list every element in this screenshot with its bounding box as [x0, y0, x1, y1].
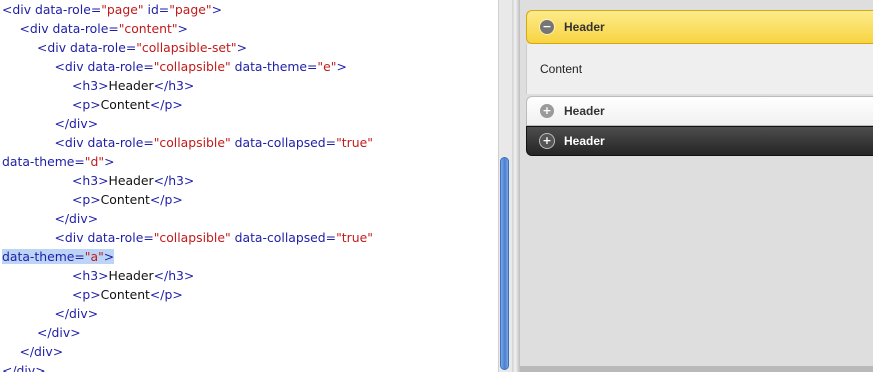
code-token: </p>: [149, 192, 183, 207]
code-token: <div: [2, 2, 35, 17]
pane-divider[interactable]: [512, 0, 520, 372]
code-line[interactable]: <p>Content</p>: [72, 95, 183, 114]
code-line[interactable]: data-theme="d">: [2, 152, 114, 171]
code-token: "content": [118, 21, 178, 36]
code-token: "collapsible": [153, 135, 231, 150]
collapsible-e-header[interactable]: − Header: [526, 10, 873, 44]
code-token: <h3>: [72, 268, 109, 283]
code-token: >: [336, 59, 347, 74]
code-token: Header: [108, 78, 154, 93]
code-line[interactable]: <p>Content</p>: [72, 285, 183, 304]
code-token: "d": [84, 154, 105, 169]
code-token: data-role=: [34, 2, 102, 17]
code-line[interactable]: <div data-role="collapsible" data-theme=…: [55, 57, 347, 76]
code-token: </div>: [2, 363, 46, 372]
preview-pane: − Header Content + Header + Header: [520, 0, 873, 372]
collapsible-d-header[interactable]: + Header: [526, 96, 873, 126]
code-line[interactable]: </div>: [55, 209, 99, 228]
collapsible-e-content: Content: [526, 44, 873, 94]
code-line[interactable]: </div>: [37, 323, 81, 342]
code-token: data-role=: [52, 21, 119, 36]
code-token: </p>: [149, 287, 183, 302]
code-token: <div: [54, 135, 88, 150]
code-token: <div: [19, 21, 53, 36]
code-token: </div>: [19, 344, 64, 359]
code-token: </p>: [149, 97, 183, 112]
collapsible-a-title: Header: [564, 134, 605, 148]
code-token: >: [177, 21, 188, 36]
code-token: "collapsible": [153, 59, 231, 74]
code-line[interactable]: </div>: [20, 342, 64, 361]
code-token: <h3>: [72, 173, 109, 188]
plus-icon: +: [540, 104, 554, 118]
code-token: data-role=: [69, 40, 137, 55]
code-token: data-theme=: [230, 59, 318, 74]
code-token: data-collapsed=: [230, 135, 337, 150]
code-line[interactable]: <div data-role="collapsible-set">: [37, 38, 247, 57]
code-token: Content: [100, 287, 150, 302]
code-line[interactable]: <div data-role="content">: [20, 19, 188, 38]
code-line[interactable]: <h3>Header</h3>: [72, 266, 194, 285]
code-token: </h3>: [153, 173, 195, 188]
code-token: id=: [143, 2, 170, 17]
code-token: data-theme=: [2, 154, 85, 169]
code-token: <div: [54, 230, 88, 245]
code-line[interactable]: data-theme="a">: [2, 247, 115, 266]
code-token: "collapsible-set": [136, 40, 237, 55]
code-line[interactable]: <div data-role="collapsible" data-collap…: [55, 133, 373, 152]
code-line[interactable]: </div>: [55, 304, 99, 323]
code-token: </div>: [54, 306, 99, 321]
plus-icon: +: [540, 134, 554, 148]
code-token: >: [236, 40, 247, 55]
code-token: Header: [108, 173, 154, 188]
code-token: </h3>: [153, 78, 195, 93]
code-token: <p>: [72, 97, 101, 112]
code-token: Content: [100, 192, 150, 207]
code-token: data-role=: [87, 230, 154, 245]
code-token: "page": [101, 2, 144, 17]
code-line[interactable]: <h3>Header</h3>: [72, 171, 194, 190]
code-token: <p>: [72, 287, 101, 302]
code-token: "true": [336, 230, 373, 245]
code-token: </div>: [54, 211, 99, 226]
code-token: <h3>: [72, 78, 109, 93]
editor-scrollbar-thumb[interactable]: [500, 157, 509, 370]
code-line[interactable]: <h3>Header</h3>: [72, 76, 194, 95]
code-token: </div>: [37, 325, 81, 340]
code-token: "collapsible": [153, 230, 231, 245]
code-line[interactable]: <p>Content</p>: [72, 190, 183, 209]
code-token: "page": [169, 2, 212, 17]
code-token: >: [104, 154, 115, 169]
code-line[interactable]: <div data-role="collapsible" data-collap…: [55, 228, 373, 247]
code-token: <p>: [72, 192, 101, 207]
code-token: data-role=: [87, 59, 154, 74]
code-token: data-role=: [87, 135, 154, 150]
code-line[interactable]: <div data-role="page" id="page">: [2, 0, 222, 19]
code-token: <div: [54, 59, 88, 74]
code-token: "e": [317, 59, 337, 74]
code-token: "a": [84, 249, 104, 264]
code-line[interactable]: </div>: [55, 114, 99, 133]
code-token: Header: [108, 268, 154, 283]
code-line[interactable]: </div>: [2, 361, 46, 372]
collapsible-a-header[interactable]: + Header: [526, 126, 873, 156]
code-token: Content: [100, 97, 150, 112]
code-token: "true": [336, 135, 373, 150]
code-token: </div>: [54, 116, 99, 131]
code-editor[interactable]: <div data-role="page" id="page"> <div dat…: [0, 0, 498, 372]
code-token: data-collapsed=: [230, 230, 337, 245]
code-token: </h3>: [153, 268, 195, 283]
collapsible-e-title: Header: [564, 20, 605, 34]
minus-icon: −: [540, 20, 554, 34]
preview-bottom-edge: [520, 366, 873, 372]
collapsible-d-title: Header: [564, 104, 605, 118]
code-token: data-theme=: [2, 249, 85, 264]
code-token: <div: [37, 40, 70, 55]
code-token: >: [211, 2, 222, 17]
collapsible-e-content-text: Content: [540, 62, 583, 76]
code-token: >: [103, 249, 115, 264]
